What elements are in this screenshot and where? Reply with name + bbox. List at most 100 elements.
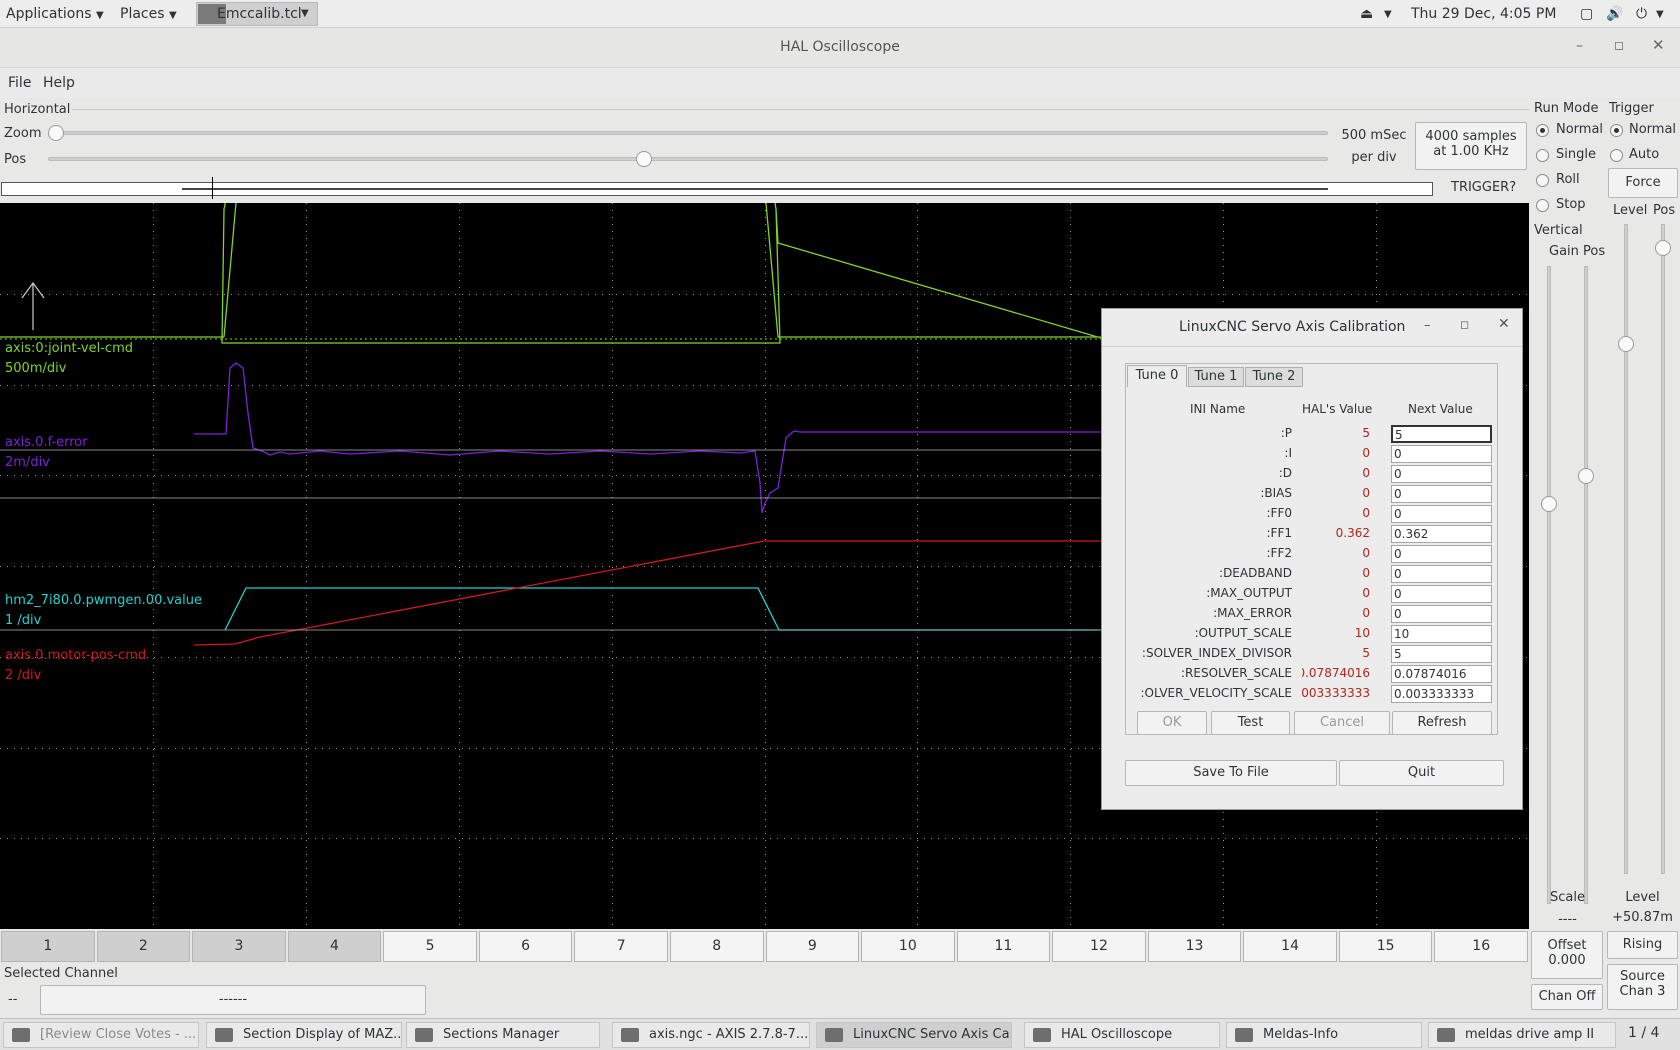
next-value-input[interactable]: 0 — [1391, 485, 1492, 503]
trigger-normal-radio[interactable] — [1610, 124, 1623, 137]
tab-tune-2[interactable]: Tune 2 — [1245, 367, 1303, 387]
close-icon[interactable]: ✕ — [1652, 36, 1665, 54]
workspace-indicator[interactable]: 1 / 4 — [1628, 1025, 1659, 1041]
next-value-input[interactable]: 0 — [1391, 445, 1492, 463]
chevron-down-icon[interactable]: ▼ — [1656, 9, 1664, 20]
trigger-pos-slider[interactable] — [1661, 224, 1665, 874]
next-value-input[interactable]: 10 — [1391, 625, 1492, 643]
selected-channel-source-button[interactable]: ------ — [40, 985, 426, 1015]
channel-button-3[interactable]: 3 — [192, 931, 286, 962]
next-value-input[interactable]: 0 — [1391, 465, 1492, 483]
trigger-level-slider-handle[interactable] — [1618, 336, 1634, 352]
trigger-auto-radio[interactable] — [1610, 149, 1623, 162]
time-per-div: 500 mSec — [1341, 128, 1407, 143]
applications-menu[interactable]: Applications ▼ — [6, 6, 104, 22]
ok-button[interactable]: OK — [1137, 711, 1207, 735]
next-value-input[interactable]: 0 — [1391, 545, 1492, 563]
channel-button-6[interactable]: 6 — [478, 931, 573, 962]
gain-slider[interactable] — [1547, 266, 1551, 904]
next-value-input[interactable]: 0.003333333 — [1391, 685, 1492, 703]
chevron-down-icon[interactable]: ▼ — [1384, 9, 1392, 20]
menu-help[interactable]: Help — [43, 75, 75, 91]
next-value-input[interactable]: 5 — [1391, 425, 1492, 443]
tab-tune-1[interactable]: Tune 1 — [1188, 367, 1244, 387]
channel-button-2[interactable]: 2 — [96, 931, 191, 962]
run-mode-panel: Run Mode Normal Single Roll Stop — [1530, 98, 1605, 223]
save-to-file-button[interactable]: Save To File — [1125, 760, 1337, 786]
channel-button-9[interactable]: 9 — [765, 931, 860, 962]
maximize-icon[interactable]: ◻ — [1460, 318, 1469, 331]
channel-button-15[interactable]: 15 — [1338, 931, 1433, 962]
run-mode-stop-radio[interactable] — [1536, 199, 1549, 212]
close-icon[interactable]: ✕ — [1498, 316, 1510, 332]
zoom-slider-handle[interactable] — [48, 125, 64, 141]
taskbar-item[interactable]: HAL Oscilloscope — [1024, 1022, 1220, 1048]
trigger-edge-button[interactable]: Rising — [1607, 931, 1678, 959]
chan-off-button[interactable]: Chan Off — [1531, 984, 1603, 1010]
force-button[interactable]: Force — [1608, 168, 1678, 198]
channel-button-12[interactable]: 12 — [1052, 931, 1146, 962]
trace-scale-f-error: 2m/div — [5, 455, 50, 470]
next-value-input[interactable]: 0 — [1391, 505, 1492, 523]
taskbar-item[interactable]: Sections Manager — [406, 1022, 600, 1048]
refresh-button[interactable]: Refresh — [1392, 711, 1492, 735]
next-value-input[interactable]: 0 — [1391, 565, 1492, 583]
chevron-down-icon: ▼ — [301, 8, 309, 19]
window-icon — [1033, 1028, 1051, 1042]
samples-button[interactable]: 4000 samples at 1.00 KHz — [1415, 122, 1527, 170]
volume-icon[interactable]: 🔊 — [1606, 6, 1623, 22]
trigger-level-caption: Level — [1625, 890, 1660, 905]
channel-button-10[interactable]: 10 — [861, 931, 955, 962]
taskbar-item[interactable]: meldas drive amp II — [1428, 1022, 1616, 1048]
test-button[interactable]: Test — [1211, 711, 1290, 735]
record-position-bar[interactable] — [1, 177, 1433, 199]
eject-icon[interactable]: ⏏ — [1360, 6, 1373, 22]
next-value-input[interactable]: 0.07874016 — [1391, 665, 1492, 683]
taskbar-item[interactable]: [Review Close Votes - ... — [3, 1022, 199, 1048]
run-mode-single-radio[interactable] — [1536, 149, 1549, 162]
pos-slider[interactable] — [48, 157, 1328, 161]
trace-label-f-error: axis.0.f-error — [5, 435, 88, 450]
tab-tune-0[interactable]: Tune 0 — [1127, 365, 1187, 387]
next-value-input[interactable]: 0.362 — [1391, 525, 1492, 543]
run-mode-normal-radio[interactable] — [1536, 124, 1549, 137]
taskbar-item[interactable]: LinuxCNC Servo Axis Ca... — [816, 1022, 1012, 1048]
places-menu[interactable]: Places ▼ — [120, 6, 177, 22]
gain-slider-handle[interactable] — [1541, 496, 1557, 512]
channel-button-4[interactable]: 4 — [287, 931, 382, 962]
channel-button-13[interactable]: 13 — [1147, 931, 1242, 962]
app-menu[interactable]: Emccalib.tcl ▼ — [196, 2, 318, 26]
cancel-button[interactable]: Cancel — [1294, 711, 1390, 735]
trigger-source-button[interactable]: Source Chan 3 — [1607, 964, 1678, 1010]
channel-button-1[interactable]: 1 — [1, 931, 95, 962]
trigger-pos-slider-handle[interactable] — [1655, 240, 1671, 256]
menu-file[interactable]: File — [8, 75, 31, 91]
pos-slider-handle[interactable] — [636, 151, 652, 167]
vertical-pos-slider[interactable] — [1584, 266, 1588, 904]
taskbar-item[interactable]: Section Display of MAZ... — [206, 1022, 402, 1048]
zoom-slider[interactable] — [55, 131, 1328, 135]
channel-button-11[interactable]: 11 — [956, 931, 1051, 962]
channel-button-14[interactable]: 14 — [1243, 931, 1337, 962]
taskbar-item[interactable]: Meldas-Info — [1226, 1022, 1422, 1048]
trigger-level-slider[interactable] — [1624, 224, 1628, 874]
vertical-pos-slider-handle[interactable] — [1578, 468, 1594, 484]
channel-button-16[interactable]: 16 — [1434, 931, 1528, 962]
next-value-input[interactable]: 5 — [1391, 645, 1492, 663]
app-name: Emccalib.tcl — [217, 6, 302, 22]
window-icon[interactable]: ▢ — [1580, 6, 1593, 22]
minimize-icon[interactable]: – — [1576, 38, 1583, 54]
channel-button-5[interactable]: 5 — [383, 931, 477, 962]
clock[interactable]: Thu 29 Dec, 4:05 PM — [1411, 6, 1556, 22]
channel-button-8[interactable]: 8 — [669, 931, 764, 962]
next-value-input[interactable]: 0 — [1391, 605, 1492, 623]
power-icon[interactable]: ⏻ — [1636, 6, 1647, 22]
channel-button-7[interactable]: 7 — [574, 931, 668, 962]
offset-button[interactable]: Offset 0.000 — [1531, 931, 1603, 979]
quit-button[interactable]: Quit — [1339, 760, 1504, 786]
next-value-input[interactable]: 0 — [1391, 585, 1492, 603]
maximize-icon[interactable]: ◻ — [1614, 38, 1624, 52]
minimize-icon[interactable]: – — [1424, 318, 1431, 333]
taskbar-item[interactable]: axis.ngc - AXIS 2.7.8-7... — [612, 1022, 810, 1048]
run-mode-roll-radio[interactable] — [1536, 174, 1549, 187]
